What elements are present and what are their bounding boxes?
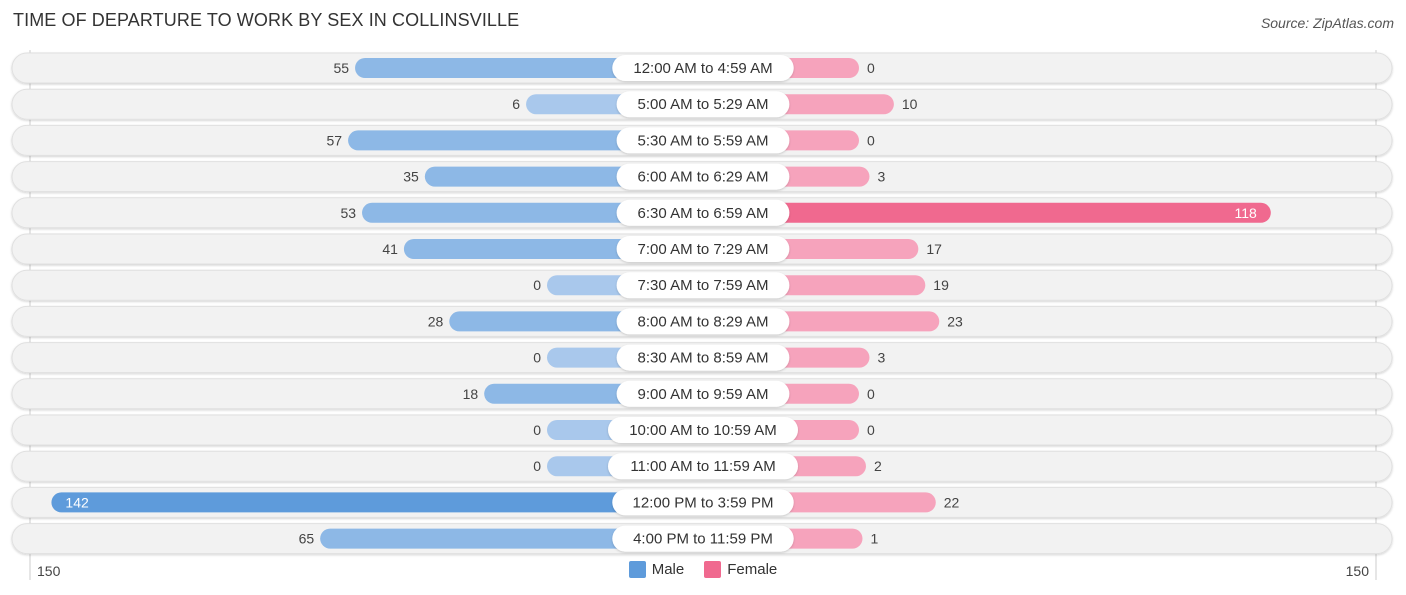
male-value-label: 41 [382,241,398,257]
legend-item-male[interactable]: Male [628,561,685,578]
category-label: 6:30 AM to 6:59 AM [638,205,769,222]
male-value-label: 57 [326,132,342,148]
legend-male-label: Male [651,561,685,578]
male-value-label: 0 [533,277,541,293]
female-value-label: 2 [874,458,882,474]
male-value-label: 35 [403,169,419,185]
category-label: 8:30 AM to 8:59 AM [638,350,769,367]
category-label: 12:00 AM to 4:59 AM [633,60,772,77]
female-swatch [704,561,722,578]
male-value-label: 55 [333,60,349,76]
female-value-label: 10 [902,96,918,112]
category-label: 7:00 AM to 7:29 AM [638,241,769,258]
female-value-label: 3 [877,169,885,185]
category-label: 5:00 AM to 5:29 AM [638,96,769,113]
male-value-label: 65 [299,531,315,547]
chart-svg: 12:00 AM to 4:59 AM 55 0 5:00 AM to 5:29 AM… [11,50,1393,580]
female-value-label: 0 [867,60,875,76]
male-value-label: 0 [533,458,541,474]
category-label: 10:00 AM to 10:59 AM [629,422,777,439]
male-value-label: 18 [463,386,479,402]
female-value-label: 0 [867,132,875,148]
female-value-label: 23 [947,313,963,329]
category-label: 12:00 PM to 3:59 PM [633,494,774,511]
male-bar [51,492,704,513]
female-value-label: 118 [1234,205,1257,221]
legend-item-female[interactable]: Female [704,561,777,578]
male-value-label: 0 [533,422,541,438]
female-value-label: 1 [870,531,878,547]
male-value-label: 28 [428,313,444,329]
male-value-label: 53 [340,205,356,221]
female-value-label: 3 [877,350,885,366]
category-label: 7:30 AM to 7:59 AM [638,277,769,294]
female-value-label: 19 [933,277,949,293]
female-value-label: 17 [926,241,942,257]
female-value-label: 0 [867,422,875,438]
female-value-label: 22 [944,494,960,510]
legend-female-label: Female [727,561,778,578]
male-swatch [628,561,646,578]
legend: Male Female [0,561,1406,578]
category-label: 6:00 AM to 6:29 AM [638,169,769,186]
category-label: 4:00 PM to 11:59 PM [633,531,773,548]
male-value-label: 142 [65,494,89,510]
male-value-label: 6 [512,96,520,112]
male-value-label: 0 [533,350,541,366]
category-label: 9:00 AM to 9:59 AM [638,386,769,403]
category-label: 11:00 AM to 11:59 AM [630,458,775,475]
female-value-label: 0 [867,386,875,402]
category-label: 5:30 AM to 5:59 AM [638,132,769,149]
category-label: 8:00 AM to 8:29 AM [638,313,769,330]
